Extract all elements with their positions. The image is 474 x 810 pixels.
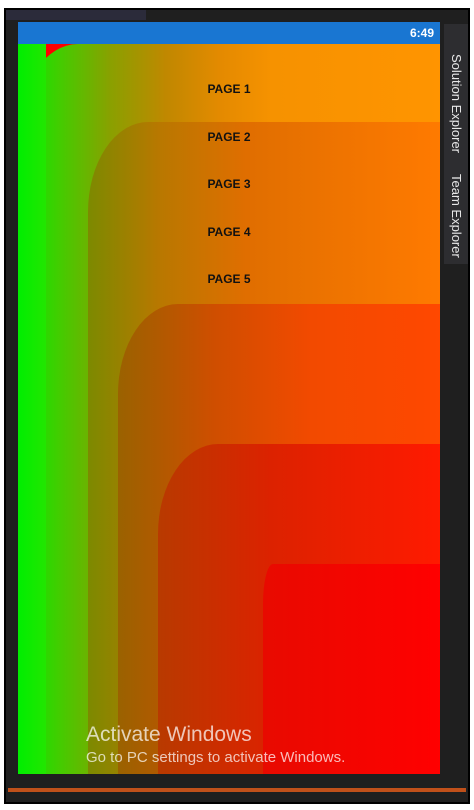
page-item-2[interactable]: PAGE 2 xyxy=(18,122,440,152)
page-item-1[interactable]: PAGE 1 xyxy=(18,74,440,104)
status-time: 6:49 xyxy=(409,26,434,40)
gradient-left-strip xyxy=(18,44,46,774)
tab-solution-explorer[interactable]: Solution Explorer xyxy=(446,54,466,153)
side-tool-tabs: Solution Explorer Team Explorer xyxy=(444,24,468,264)
watermark-title: Activate Windows xyxy=(86,723,252,746)
host-toolbar-strip xyxy=(6,10,146,20)
activation-watermark: Activate Windows Go to PC settings to ac… xyxy=(86,722,345,768)
tab-team-explorer[interactable]: Team Explorer xyxy=(446,174,466,258)
taskbar-accent-line xyxy=(8,788,466,792)
page-item-5[interactable]: PAGE 5 xyxy=(18,264,440,294)
status-bar: 6:49 xyxy=(18,22,440,44)
watermark-subtitle: Go to PC settings to activate Windows. xyxy=(86,749,346,766)
page-item-3[interactable]: PAGE 3 xyxy=(18,169,440,199)
emulator-device: 6:49 PAGE 1 PAGE 2 PAGE 3 PAGE 4 PAGE 5 xyxy=(18,22,440,774)
app-content: PAGE 1 PAGE 2 PAGE 3 PAGE 4 PAGE 5 xyxy=(18,44,440,774)
screen: Solution Explorer Team Explorer 6:49 PAG… xyxy=(0,0,474,810)
page-item-4[interactable]: PAGE 4 xyxy=(18,217,440,247)
